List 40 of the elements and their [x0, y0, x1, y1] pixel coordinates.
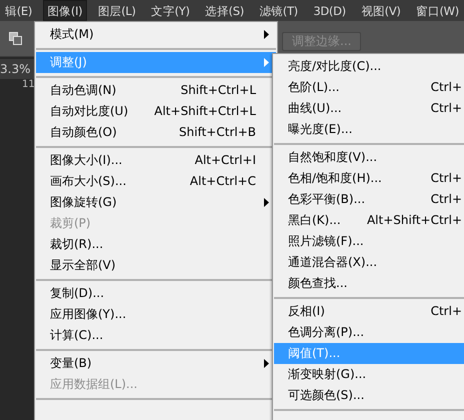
menu-item[interactable]: 自动对比度(U) Alt+Shift+Ctrl+L	[36, 101, 276, 122]
zoom-level: 3.3%	[0, 59, 34, 79]
menu-bar-item[interactable]: 选择(S)	[200, 0, 249, 21]
menu-item[interactable]: 色彩平衡(B)... Ctrl+	[274, 189, 464, 210]
menu-item[interactable]: 照片滤镜(F)...	[274, 231, 464, 252]
menu-item[interactable]: 亮度/对比度(C)...	[274, 56, 464, 77]
ruler-number: 11	[22, 79, 34, 91]
menu-item[interactable]: 曝光度(E)...	[274, 119, 464, 140]
menu-item[interactable]: 色相/饱和度(H)... Ctrl+	[274, 168, 464, 189]
menu-item[interactable]: 模式(M)	[36, 24, 276, 45]
menu-bar-item[interactable]: 图层(L)	[92, 0, 141, 21]
menu-bar-item[interactable]: 图像(I)	[42, 0, 88, 21]
menu-item[interactable]: 裁切(R)...	[36, 234, 276, 255]
menu-item[interactable]: 黑白(K)... Alt+Shift+Ctrl+	[274, 210, 464, 231]
menu-item[interactable]: 应用图像(Y)...	[36, 304, 276, 325]
menu-item[interactable]: 通道混合器(X)...	[274, 252, 464, 273]
menu-item[interactable]: 变量(B)	[36, 353, 276, 374]
menu-item[interactable]: 显示全部(V)	[36, 255, 276, 276]
menu-item[interactable]: 自然饱和度(V)...	[274, 147, 464, 168]
menu-bar-item[interactable]: 窗口(W)	[411, 0, 464, 21]
menu-item[interactable]: 曲线(U)... Ctrl+	[274, 98, 464, 119]
menu-bar-item[interactable]: 3D(D)	[308, 0, 351, 21]
menu-item[interactable]: 图像旋转(G)	[36, 192, 276, 213]
menu-bar-item[interactable]: 滤镜(T)	[254, 0, 303, 21]
menu-item[interactable]: 可选颜色(S)...	[274, 385, 464, 406]
overlap-squares-icon[interactable]	[9, 32, 22, 45]
menu-item[interactable]: 渐变映射(G)...	[274, 364, 464, 385]
menu-item[interactable]: 计算(C)...	[36, 325, 276, 346]
menu-item[interactable]: 自动颜色(O) Shift+Ctrl+B	[36, 122, 276, 143]
menu-item[interactable]: 画布大小(S)... Alt+Ctrl+C	[36, 171, 276, 192]
menu-item[interactable]: 色阶(L)... Ctrl+	[274, 77, 464, 98]
menu-item[interactable]: 自动色调(N) Shift+Ctrl+L	[36, 80, 276, 101]
menu-bar-item[interactable]: 文字(Y)	[146, 0, 195, 21]
menu-bar-item[interactable]: 辑(E)	[0, 0, 38, 21]
menu-item[interactable]: 色调分离(P)...	[274, 322, 464, 343]
menu-item[interactable]: 颜色查找...	[274, 273, 464, 294]
menu-item[interactable]: 复制(D)...	[36, 283, 276, 304]
menu-bar-item[interactable]: 视图(V)	[356, 0, 406, 21]
menu-item[interactable]: 反相(I) Ctrl+	[274, 301, 464, 322]
menu-item[interactable]: 图像大小(I)... Alt+Ctrl+I	[36, 150, 276, 171]
